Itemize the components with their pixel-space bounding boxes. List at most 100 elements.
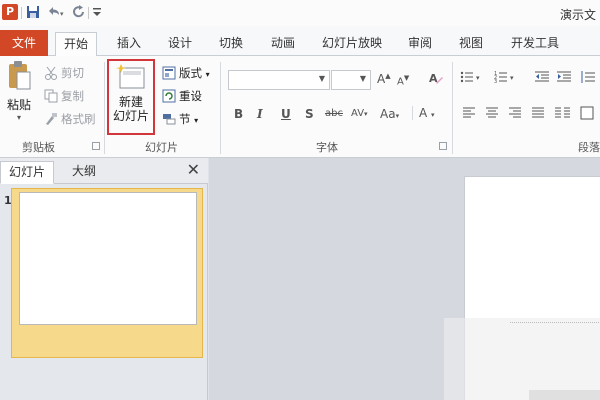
copy-label: 复制 xyxy=(61,89,84,103)
chevron-down-icon: ▾ xyxy=(431,111,435,119)
qat-separator xyxy=(88,7,89,19)
align-right-icon xyxy=(509,107,521,118)
align-left-button[interactable] xyxy=(462,106,476,124)
numbering-icon: 123 ▾ xyxy=(494,71,514,85)
tab-view[interactable]: 视图 xyxy=(451,32,491,56)
format-painter-button[interactable]: 格式刷 xyxy=(44,110,96,128)
paste-button[interactable]: 粘贴 ▾ xyxy=(4,60,34,122)
increase-indent-icon xyxy=(557,71,571,82)
clipboard-dialog-launcher[interactable] xyxy=(92,142,100,150)
section-button[interactable]: 节 ▾ xyxy=(162,110,198,128)
reset-button[interactable]: 重设 xyxy=(162,87,202,105)
chevron-down-icon: ▾ xyxy=(395,112,400,120)
svg-text:▾: ▾ xyxy=(60,10,64,18)
layout-button[interactable]: 版式 ▾ xyxy=(162,64,210,82)
tab-developer[interactable]: 开发工具 xyxy=(503,32,567,56)
section-dropdown-arrow: ▾ xyxy=(194,116,199,125)
bold-button[interactable]: B xyxy=(234,107,243,121)
bullets-button[interactable]: ▾ xyxy=(460,70,484,88)
redo-icon[interactable] xyxy=(72,5,86,21)
tab-outline[interactable]: 大纲 xyxy=(64,161,104,184)
copy-button[interactable]: 复制 xyxy=(44,87,84,105)
slides-outline-pane: 幻灯片 大纲 ✕ 1 xyxy=(0,158,208,400)
paragraph-group-label: 段落 xyxy=(578,141,600,154)
pane-tab-row: 幻灯片 大纲 ✕ xyxy=(0,158,208,184)
layout-icon xyxy=(162,66,176,80)
text-direction-icon xyxy=(580,106,594,120)
justify-icon xyxy=(532,107,544,118)
align-center-button[interactable] xyxy=(485,106,499,124)
cut-button[interactable]: 剪切 xyxy=(44,64,84,82)
layout-label: 版式 xyxy=(179,66,202,80)
slides-group-label: 幻灯片 xyxy=(145,141,178,154)
group-separator xyxy=(220,62,221,154)
character-spacing-button[interactable]: AV▾ xyxy=(351,108,368,119)
align-center-icon xyxy=(486,107,498,118)
tab-transitions[interactable]: 切换 xyxy=(211,32,251,56)
justify-button[interactable] xyxy=(531,106,545,124)
font-size-combo[interactable]: ▼ xyxy=(331,70,371,90)
numbering-button[interactable]: 1 2 3 ▾ xyxy=(494,70,518,88)
bullets-icon: ▾ xyxy=(460,71,480,83)
grow-font-icon[interactable]: A▲ xyxy=(377,72,391,86)
save-icon[interactable] xyxy=(26,5,40,21)
increase-indent-button[interactable] xyxy=(556,70,572,88)
qat-separator xyxy=(21,7,22,19)
slide-thumbnail[interactable] xyxy=(19,192,197,325)
decrease-indent-icon xyxy=(535,71,549,82)
reset-icon xyxy=(162,89,176,103)
tab-home[interactable]: 开始 xyxy=(55,32,98,57)
customize-qat-icon[interactable] xyxy=(92,5,102,21)
italic-button[interactable]: I xyxy=(257,107,263,121)
group-separator xyxy=(104,62,105,154)
undo-icon[interactable]: ▾ xyxy=(46,5,66,21)
tab-design[interactable]: 设计 xyxy=(160,32,200,56)
clear-formatting-icon[interactable]: A xyxy=(428,70,444,89)
paste-dropdown-arrow[interactable]: ▾ xyxy=(4,113,34,122)
ribbon-home: 粘贴 ▾ 剪切 复制 格式刷 剪贴板 新建 幻灯片 版式 ▾ 重设 节 ▾ 幻灯… xyxy=(0,56,600,158)
slide-thumbnail-selected[interactable] xyxy=(11,188,203,358)
new-slide-icon xyxy=(116,64,145,89)
tab-review[interactable]: 审阅 xyxy=(400,32,440,56)
clipboard-group-label: 剪贴板 xyxy=(22,141,55,154)
format-painter-icon xyxy=(44,112,58,126)
new-slide-button[interactable]: 新建 幻灯片 xyxy=(107,59,155,135)
tab-slide-show[interactable]: 幻灯片放映 xyxy=(314,32,390,56)
close-icon[interactable]: ✕ xyxy=(187,160,200,179)
decrease-indent-button[interactable] xyxy=(534,70,550,88)
line-spacing-button[interactable] xyxy=(580,70,596,88)
paste-icon xyxy=(9,61,31,90)
font-color-label: A xyxy=(419,106,428,120)
text-direction-button[interactable] xyxy=(580,106,596,124)
font-color-button[interactable]: A ▾ xyxy=(412,106,435,120)
svg-text:▾: ▾ xyxy=(510,74,514,82)
font-dialog-launcher[interactable] xyxy=(439,142,447,150)
shrink-font-icon[interactable]: A▼ xyxy=(397,74,409,87)
group-separator xyxy=(452,62,453,154)
copy-icon xyxy=(44,89,58,103)
section-label: 节 xyxy=(179,112,191,126)
tab-animations[interactable]: 动画 xyxy=(263,32,303,56)
font-group-label: 字体 xyxy=(316,141,338,154)
svg-text:▾: ▾ xyxy=(476,74,480,82)
align-left-icon xyxy=(463,107,475,118)
scissors-icon xyxy=(44,66,58,80)
powerpoint-logo-icon: P xyxy=(2,4,18,20)
font-name-combo[interactable]: ▼ xyxy=(228,70,330,90)
underline-button[interactable]: U xyxy=(281,107,291,121)
ribbon-tab-row: 文件 开始 插入 设计 切换 动画 幻灯片放映 审阅 视图 开发工具 xyxy=(0,26,600,57)
shadow-button[interactable]: S xyxy=(305,107,314,121)
tab-slides[interactable]: 幻灯片 xyxy=(0,161,55,184)
paste-label: 粘贴 xyxy=(6,98,31,112)
change-case-button[interactable]: Aa▾ xyxy=(380,107,399,121)
strikethrough-button[interactable]: abc xyxy=(325,108,343,119)
svg-text:3: 3 xyxy=(494,79,497,84)
reset-label: 重设 xyxy=(179,89,202,103)
align-right-button[interactable] xyxy=(508,106,522,124)
layout-dropdown-arrow: ▾ xyxy=(205,70,210,79)
tab-insert[interactable]: 插入 xyxy=(109,32,149,56)
format-painter-label: 格式刷 xyxy=(61,112,96,126)
tab-file[interactable]: 文件 xyxy=(0,30,48,56)
columns-button[interactable] xyxy=(554,106,572,124)
columns-icon xyxy=(555,107,570,118)
